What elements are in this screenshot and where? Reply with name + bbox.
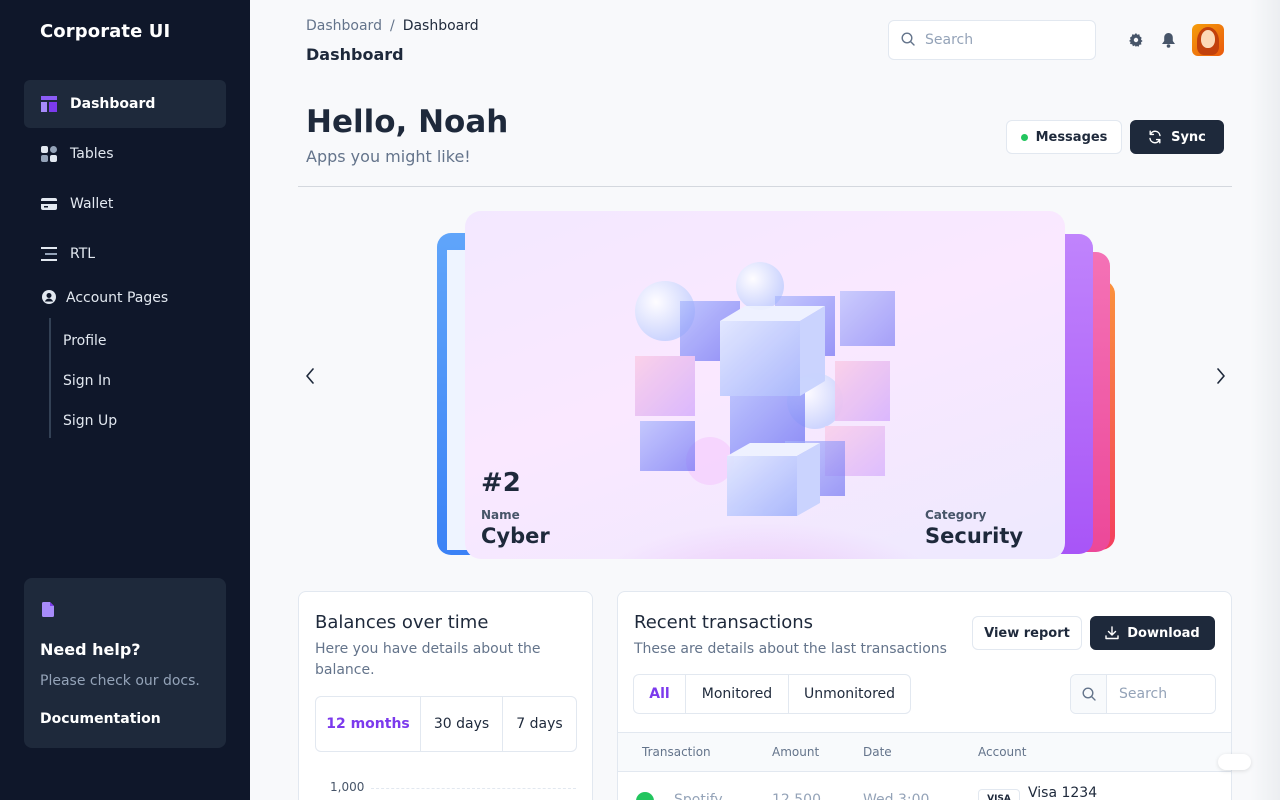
range-30-days[interactable]: 30 days bbox=[421, 697, 503, 751]
download-button[interactable]: Download bbox=[1090, 616, 1215, 650]
floating-scroll-pill[interactable] bbox=[1218, 754, 1251, 770]
column-transaction[interactable]: Transaction bbox=[642, 745, 711, 759]
slide-name-label: Name bbox=[481, 508, 520, 522]
right-edge-shade bbox=[1250, 0, 1280, 800]
transactions-subtitle: These are details about the last transac… bbox=[634, 641, 947, 657]
messages-button[interactable]: Messages bbox=[1006, 120, 1122, 154]
carousel-next-button[interactable] bbox=[1211, 366, 1231, 386]
filter-all[interactable]: All bbox=[634, 675, 686, 713]
section-divider bbox=[298, 186, 1232, 187]
account-pages-label: Account Pages bbox=[66, 290, 169, 306]
sync-button-label: Sync bbox=[1171, 129, 1206, 145]
range-7-days[interactable]: 7 days bbox=[503, 697, 576, 751]
brand-title: Corporate UI bbox=[40, 21, 171, 42]
slide-rank: #2 bbox=[481, 468, 521, 498]
sidebar-item-dashboard[interactable]: Dashboard bbox=[24, 80, 226, 128]
balances-card: Balances over time Here you have details… bbox=[298, 591, 593, 800]
transactions-search-input[interactable] bbox=[1107, 675, 1215, 713]
slide-category-value: Security bbox=[925, 524, 1024, 548]
balances-subtitle: Here you have details about the balance. bbox=[315, 641, 541, 678]
carousel-prev-button[interactable] bbox=[300, 366, 320, 386]
dashboard-icon bbox=[40, 95, 58, 113]
download-button-label: Download bbox=[1127, 625, 1200, 641]
transactions-search[interactable] bbox=[1070, 674, 1216, 714]
bell-icon[interactable] bbox=[1159, 31, 1177, 49]
breadcrumb-separator: / bbox=[389, 18, 395, 34]
filter-unmonitored[interactable]: Unmonitored bbox=[789, 675, 910, 713]
visa-card-badge: VISA bbox=[978, 789, 1020, 800]
sidebar-item-label: Tables bbox=[70, 146, 114, 162]
account-pages-heading[interactable]: Account Pages bbox=[42, 290, 168, 306]
balances-range-toggle: 12 months 30 days 7 days bbox=[315, 696, 577, 752]
sidebar-item-sign-up[interactable]: Sign Up bbox=[63, 413, 117, 429]
status-check-icon bbox=[636, 792, 654, 800]
balances-title: Balances over time bbox=[315, 612, 489, 633]
row-transaction: Spotify bbox=[674, 792, 723, 800]
slide-name-value: Cyber bbox=[481, 524, 550, 548]
help-title: Need help? bbox=[40, 640, 141, 659]
carousel-slide-current[interactable]: #2 Name Cyber Category Security bbox=[465, 211, 1065, 559]
user-circle-icon bbox=[42, 290, 58, 306]
chevron-left-icon bbox=[305, 368, 315, 384]
help-card: Need help? Please check our docs. Docume… bbox=[24, 578, 226, 748]
row-account: Visa 1234 bbox=[1028, 785, 1098, 800]
range-12-months[interactable]: 12 months bbox=[316, 697, 421, 751]
transaction-filter-toggle: All Monitored Unmonitored bbox=[633, 674, 911, 714]
sidebar-item-rtl[interactable]: RTL bbox=[24, 230, 226, 278]
sidebar-item-profile[interactable]: Profile bbox=[63, 333, 107, 349]
chart-gridline bbox=[371, 788, 576, 789]
chevron-right-icon bbox=[1216, 368, 1226, 384]
sidebar-item-label: RTL bbox=[70, 246, 96, 262]
column-account[interactable]: Account bbox=[978, 745, 1026, 759]
sidebar-item-tables[interactable]: Tables bbox=[24, 130, 226, 178]
download-icon bbox=[1105, 626, 1119, 640]
gear-icon[interactable] bbox=[1127, 31, 1145, 49]
row-date: Wed 3:00 bbox=[863, 792, 930, 800]
search-icon bbox=[901, 31, 915, 50]
sidebar-item-label: Dashboard bbox=[70, 96, 156, 112]
cube-illustration bbox=[545, 262, 985, 559]
online-status-dot bbox=[1020, 133, 1028, 141]
sidebar-item-wallet[interactable]: Wallet bbox=[24, 180, 226, 228]
rtl-icon bbox=[40, 245, 58, 263]
slide-category-label: Category bbox=[925, 508, 987, 522]
column-date[interactable]: Date bbox=[863, 745, 892, 759]
row-amount: 12,500 bbox=[772, 792, 821, 800]
filter-monitored[interactable]: Monitored bbox=[686, 675, 789, 713]
search-input[interactable] bbox=[925, 32, 1085, 48]
help-text: Please check our docs. bbox=[40, 673, 200, 689]
view-report-button[interactable]: View report bbox=[972, 616, 1082, 650]
transactions-card: Recent transactions These are details ab… bbox=[617, 591, 1232, 800]
breadcrumb-parent[interactable]: Dashboard bbox=[306, 18, 382, 34]
sync-icon bbox=[1148, 130, 1162, 144]
transactions-title: Recent transactions bbox=[634, 612, 813, 633]
documentation-link[interactable]: Documentation bbox=[40, 711, 161, 727]
wallet-icon bbox=[40, 195, 58, 213]
avatar[interactable] bbox=[1192, 24, 1224, 56]
messages-button-label: Messages bbox=[1035, 129, 1108, 145]
breadcrumb: Dashboard / Dashboard bbox=[306, 18, 479, 34]
y-axis-tick: 1,000 bbox=[330, 780, 365, 794]
tables-icon bbox=[40, 145, 58, 163]
page-title: Dashboard bbox=[306, 45, 404, 64]
greeting-heading: Hello, Noah bbox=[306, 104, 509, 140]
sidebar: Corporate UI Dashboard Tables Wallet RTL… bbox=[0, 0, 250, 800]
sidebar-item-label: Wallet bbox=[70, 196, 114, 212]
subnav-line bbox=[49, 318, 51, 438]
sidebar-item-sign-in[interactable]: Sign In bbox=[63, 373, 111, 389]
sync-button[interactable]: Sync bbox=[1130, 120, 1224, 154]
transactions-table-header: Transaction Amount Date Account bbox=[618, 732, 1231, 772]
greeting-subtitle: Apps you might like! bbox=[306, 147, 471, 166]
search-icon bbox=[1071, 675, 1107, 713]
breadcrumb-current: Dashboard bbox=[402, 18, 479, 34]
column-amount[interactable]: Amount bbox=[772, 745, 819, 759]
document-icon bbox=[42, 602, 54, 621]
header-search[interactable] bbox=[888, 20, 1096, 60]
